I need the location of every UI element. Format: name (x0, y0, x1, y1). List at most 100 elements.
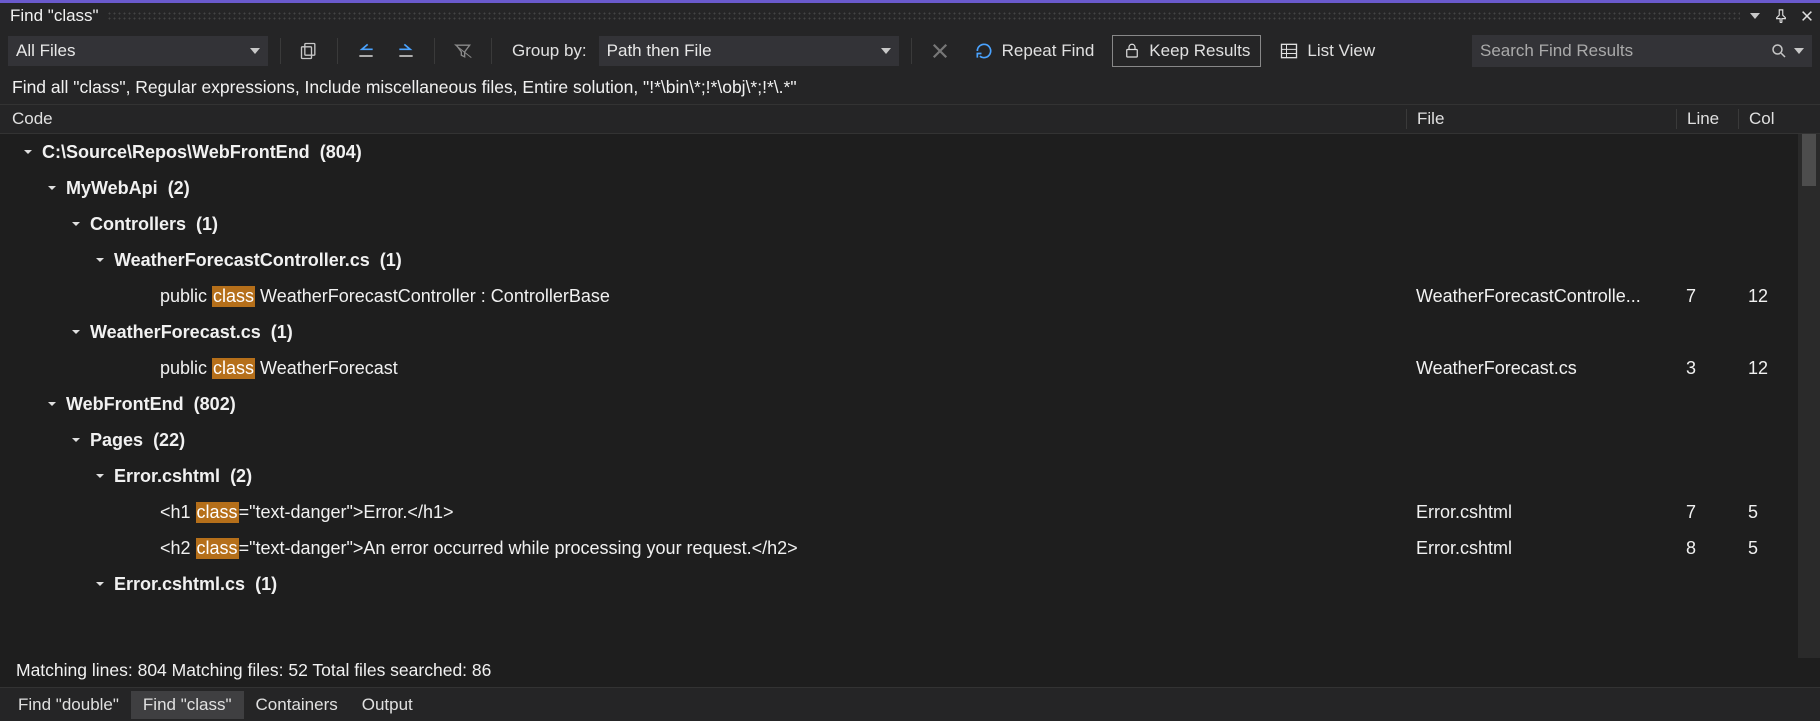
result-row[interactable]: public class WeatherForecast WeatherFore… (0, 350, 1820, 386)
close-icon[interactable] (1800, 9, 1814, 23)
tree-group[interactable]: Controllers (1) (0, 206, 1820, 242)
next-result-icon[interactable] (390, 36, 422, 66)
copy-icon[interactable] (293, 36, 325, 66)
group-label: Controllers (90, 214, 186, 235)
expander-icon[interactable] (92, 576, 108, 592)
result-file: Error.cshtml (1406, 502, 1676, 523)
panel-titlebar: Find "class" (0, 3, 1820, 29)
repeat-find-button[interactable]: Repeat Find (964, 35, 1105, 67)
column-col[interactable]: Col (1738, 109, 1798, 129)
scrollbar-thumb[interactable] (1802, 134, 1816, 186)
file-label: WeatherForecastController.cs (114, 250, 370, 271)
column-code[interactable]: Code (0, 109, 1406, 129)
tab-containers[interactable]: Containers (244, 691, 350, 719)
column-header: Code File Line Col (0, 104, 1820, 134)
tree-file[interactable]: WeatherForecast.cs (1) (0, 314, 1820, 350)
column-file[interactable]: File (1406, 109, 1676, 129)
tree-group[interactable]: Pages (22) (0, 422, 1820, 458)
file-label: Error.cshtml (114, 466, 220, 487)
expander-icon[interactable] (44, 396, 60, 412)
list-view-button[interactable]: List View (1269, 35, 1385, 67)
match-highlight: class (212, 358, 255, 379)
tree-file[interactable]: WeatherForecastController.cs (1) (0, 242, 1820, 278)
scrollbar[interactable] (1798, 134, 1820, 658)
pin-icon[interactable] (1774, 9, 1788, 23)
group-label: WebFrontEnd (66, 394, 184, 415)
code-post: WeatherForecast (255, 358, 398, 379)
file-count: (1) (271, 322, 293, 343)
chevron-down-icon (250, 48, 260, 54)
file-label: Error.cshtml.cs (114, 574, 245, 595)
window-options-icon[interactable] (1748, 9, 1762, 23)
expander-icon[interactable] (20, 144, 36, 160)
search-results-input[interactable]: Search Find Results (1472, 35, 1812, 67)
code-post: WeatherForecastController : ControllerBa… (255, 286, 610, 307)
result-col: 12 (1738, 358, 1798, 379)
column-line[interactable]: Line (1676, 109, 1738, 129)
group-label: C:\Source\Repos\WebFrontEnd (42, 142, 310, 163)
group-count: (2) (168, 178, 190, 199)
code-pre: public (160, 286, 212, 307)
tree-group[interactable]: MyWebApi (2) (0, 170, 1820, 206)
prev-result-icon[interactable] (350, 36, 382, 66)
group-by-value: Path then File (607, 41, 712, 61)
expander-icon[interactable] (68, 216, 84, 232)
search-summary: Find all "class", Regular expressions, I… (0, 73, 1820, 104)
result-line: 3 (1676, 358, 1738, 379)
tree-file[interactable]: Error.cshtml (2) (0, 458, 1820, 494)
scope-dropdown[interactable]: All Files (8, 36, 268, 66)
tree-file[interactable]: Error.cshtml.cs (1) (0, 566, 1820, 602)
result-line: 7 (1676, 502, 1738, 523)
tab-output[interactable]: Output (350, 691, 425, 719)
code-pre: <h1 (160, 502, 196, 523)
expander-icon[interactable] (92, 252, 108, 268)
code-post: ="text-danger">An error occurred while p… (239, 538, 798, 559)
output-tabs: Find "double" Find "class" Containers Ou… (0, 687, 1820, 721)
expander-icon[interactable] (68, 432, 84, 448)
file-count: (1) (255, 574, 277, 595)
result-col: 5 (1738, 502, 1798, 523)
file-count: (2) (230, 466, 252, 487)
result-row[interactable]: public class WeatherForecastController :… (0, 278, 1820, 314)
match-highlight: class (212, 286, 255, 307)
result-line: 7 (1676, 286, 1738, 307)
group-by-label: Group by: (504, 41, 591, 61)
search-placeholder: Search Find Results (1480, 41, 1770, 61)
chevron-down-icon (881, 48, 891, 54)
group-label: Pages (90, 430, 143, 451)
result-file: Error.cshtml (1406, 538, 1676, 559)
result-col: 5 (1738, 538, 1798, 559)
result-file: WeatherForecast.cs (1406, 358, 1676, 379)
group-label: MyWebApi (66, 178, 158, 199)
tab-find-double[interactable]: Find "double" (6, 691, 131, 719)
group-count: (802) (194, 394, 236, 415)
cancel-search-icon[interactable] (924, 36, 956, 66)
code-pre: public (160, 358, 212, 379)
file-count: (1) (380, 250, 402, 271)
result-row[interactable]: <h1 class="text-danger">Error.</h1> Erro… (0, 494, 1820, 530)
clear-filter-icon[interactable] (447, 36, 479, 66)
toolbar: All Files Group by: Path then File (0, 29, 1820, 73)
result-row[interactable]: <h2 class="text-danger">An error occurre… (0, 530, 1820, 566)
scope-value: All Files (16, 41, 76, 61)
repeat-find-label: Repeat Find (1002, 41, 1095, 61)
results-tree[interactable]: C:\Source\Repos\WebFrontEnd (804) MyWebA… (0, 134, 1820, 658)
status-summary: Matching lines: 804 Matching files: 52 T… (0, 658, 1820, 687)
tree-group-root[interactable]: C:\Source\Repos\WebFrontEnd (804) (0, 134, 1820, 170)
keep-results-label: Keep Results (1149, 41, 1250, 61)
code-post: ="text-danger">Error.</h1> (239, 502, 454, 523)
expander-icon[interactable] (92, 468, 108, 484)
titlebar-grip[interactable] (107, 11, 1740, 21)
chevron-down-icon[interactable] (1794, 48, 1804, 54)
group-by-dropdown[interactable]: Path then File (599, 36, 899, 66)
list-view-label: List View (1307, 41, 1375, 61)
tree-group[interactable]: WebFrontEnd (802) (0, 386, 1820, 422)
expander-icon[interactable] (44, 180, 60, 196)
tab-find-class[interactable]: Find "class" (131, 691, 244, 719)
match-highlight: class (196, 502, 239, 523)
group-count: (804) (320, 142, 362, 163)
expander-icon[interactable] (68, 324, 84, 340)
keep-results-button[interactable]: Keep Results (1112, 35, 1261, 67)
result-col: 12 (1738, 286, 1798, 307)
code-pre: <h2 (160, 538, 196, 559)
